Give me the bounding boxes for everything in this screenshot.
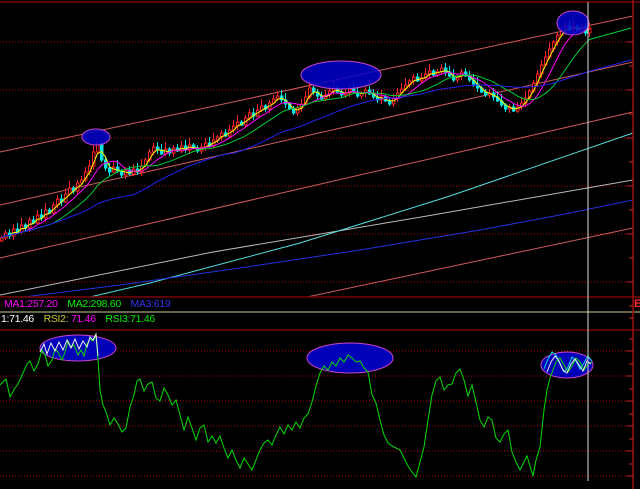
candle-down (292, 108, 296, 114)
annotation-ellipse (306, 342, 394, 374)
candle-up (260, 105, 264, 111)
candle-down (108, 167, 112, 173)
rsi2-value-label: 71.46 (70, 313, 96, 325)
right-edge-marker-label: E (634, 298, 640, 310)
rsi2-name-label: RSI2: (43, 313, 69, 325)
chart-canvas[interactable] (0, 0, 640, 489)
rsi-pane[interactable] (0, 332, 594, 479)
candle-down (312, 87, 316, 93)
candle-down (388, 100, 392, 105)
rsi1-value-label: 1:71.46 (1, 313, 34, 325)
rsi-indicator-row: 1:71.46 RSI2: 71.46 RSI3:71.46 (1, 313, 155, 325)
ma-long-blue (1, 59, 632, 239)
candle-down (104, 159, 108, 169)
ma3-value-label: MA3:619 (130, 298, 171, 310)
ma2-value-label: MA2:298.60 (67, 298, 121, 310)
ma-indicator-row: MA1:257.20 MA2:298.60 MA3:619 (4, 298, 171, 310)
candle-up (296, 107, 300, 114)
annotation-ellipse (39, 334, 117, 362)
annotation-ellipse (300, 60, 382, 90)
ma-longterm-blue (19, 199, 633, 297)
annotation-ellipse (556, 10, 590, 36)
candle-up (0, 237, 4, 242)
annotation-ellipse (81, 128, 111, 146)
candle-up (152, 146, 156, 153)
rsi3-value-label: RSI3:71.46 (105, 313, 155, 325)
ma1-value-label: MA1:257.20 (4, 298, 58, 310)
trading-chart-window: MA1:257.20 MA2:298.60 MA3:619 1:71.46 RS… (0, 0, 640, 489)
